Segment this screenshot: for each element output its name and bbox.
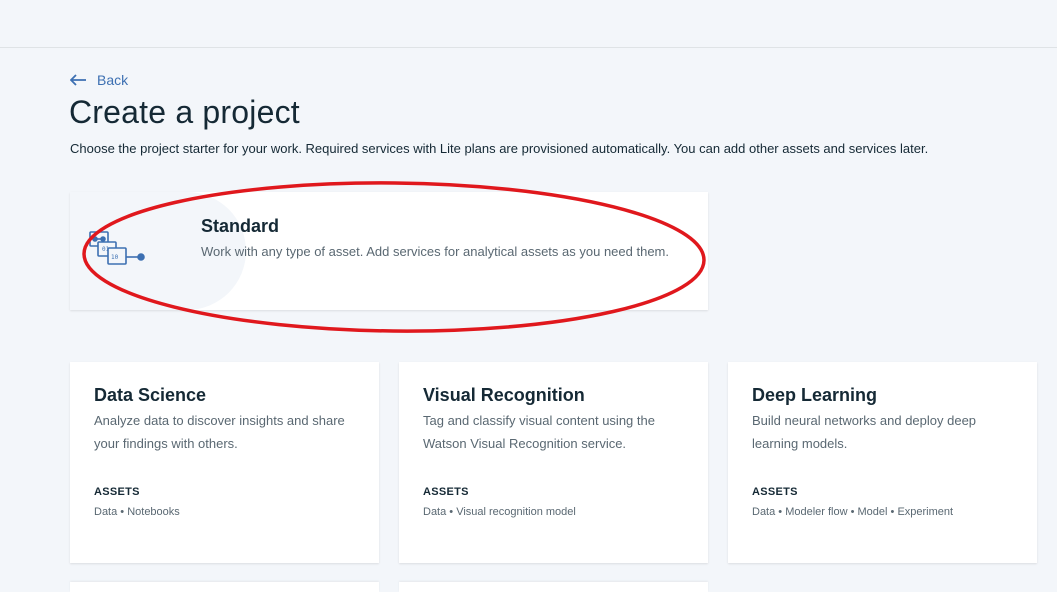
card-description: Build neural networks and deploy deep le… (752, 413, 977, 451)
back-label: Back (97, 72, 129, 88)
svg-text:10: 10 (111, 254, 119, 261)
card-title: Visual Recognition (423, 385, 585, 405)
page-title: Create a project (69, 94, 300, 130)
data-science-card[interactable]: Data Science Analyze data to discover in… (70, 362, 379, 563)
assets-list: Data • Modeler flow • Model • Experiment (752, 506, 954, 518)
assets-label: ASSETS (94, 486, 140, 498)
assets-list: Data • Notebooks (94, 506, 180, 518)
assets-label: ASSETS (423, 486, 469, 498)
standard-project-card[interactable]: 01 10 Standard Work with any type of ass… (70, 192, 708, 310)
back-link[interactable]: Back (70, 72, 128, 88)
arrow-left-icon (70, 74, 87, 86)
next-row-card[interactable] (399, 582, 708, 592)
top-bar (0, 0, 1057, 48)
assets-label: ASSETS (752, 486, 798, 498)
card-title: Data Science (94, 385, 207, 405)
project-flow-icon: 01 10 (88, 230, 148, 275)
card-description: Tag and classify visual content using th… (423, 413, 655, 451)
visual-recognition-card[interactable]: Visual Recognition Tag and classify visu… (399, 362, 708, 563)
standard-description: Work with any type of asset. Add service… (201, 244, 669, 259)
assets-list: Data • Visual recognition model (423, 506, 576, 518)
card-description: Analyze data to discover insights and sh… (94, 413, 345, 451)
next-row-card[interactable] (70, 582, 379, 592)
standard-title: Standard (201, 216, 280, 236)
page-subtitle: Choose the project starter for your work… (70, 141, 929, 156)
card-title: Deep Learning (752, 385, 878, 405)
deep-learning-card[interactable]: Deep Learning Build neural networks and … (728, 362, 1037, 563)
